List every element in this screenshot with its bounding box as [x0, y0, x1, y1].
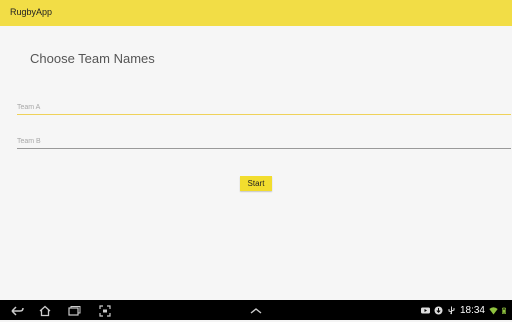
page-title: Choose Team Names [30, 51, 155, 66]
team-a-input[interactable] [17, 100, 511, 115]
back-icon[interactable] [10, 304, 24, 316]
main-content: Choose Team Names Start [0, 26, 512, 300]
status-clock: 18:34 [459, 304, 485, 316]
up-chevron-icon[interactable] [249, 304, 263, 316]
recent-apps-icon[interactable] [67, 304, 81, 316]
usb-icon [448, 306, 455, 314]
team-b-input[interactable] [17, 134, 511, 149]
download-icon [434, 306, 443, 314]
start-button[interactable]: Start [240, 176, 272, 191]
action-bar: RugbyApp [0, 0, 512, 26]
youtube-icon [420, 307, 430, 313]
battery-icon [502, 307, 506, 314]
system-navigation-bar: 18:34 [0, 300, 512, 320]
screenshot-icon[interactable] [98, 304, 112, 317]
app-title: RugbyApp [10, 7, 53, 17]
home-icon[interactable] [38, 304, 52, 317]
wifi-icon [489, 306, 498, 314]
status-area: 18:34 [420, 300, 508, 320]
